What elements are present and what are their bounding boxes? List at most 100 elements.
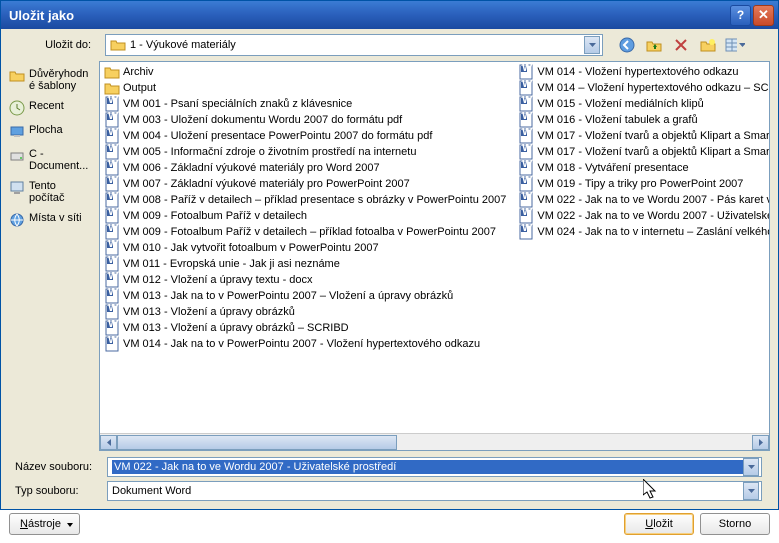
place-recent[interactable]: Recent [7,97,93,119]
file-item[interactable]: W VM 012 - Vložení a úpravy textu - docx [104,272,514,288]
svg-text:W: W [108,208,119,218]
file-item[interactable]: WVM 019 - Tipy a triky pro PowerPoint 20… [518,176,769,192]
svg-text:W: W [108,240,119,250]
file-item[interactable]: WVM 017 - Vložení tvarů a objektů Klipar… [518,144,769,160]
svg-text:W: W [108,144,119,154]
file-item[interactable]: WVM 022 - Jak na to ve Wordu 2007 - Uživ… [518,208,769,224]
filetype-label: Typ souboru: [9,485,107,497]
filetype-select[interactable]: Dokument Word [107,481,762,501]
file-item[interactable]: WVM 009 - Fotoalbum Paříž v detailech [104,208,514,224]
tools-button[interactable]: Nástroje [9,513,80,535]
file-label: Output [123,82,156,94]
place-desktop[interactable]: Plocha [7,121,93,143]
cancel-button[interactable]: Storno [700,513,770,535]
filetype-value: Dokument Word [112,485,743,497]
location-combo[interactable]: 1 - Výukové materiály [105,34,603,56]
file-label: VM 008 - Paříž v detailech – příklad pre… [123,194,506,206]
file-item[interactable]: WVM 013 - Vložení a úpravy obrázků – SCR… [104,320,514,336]
up-folder-button[interactable] [642,34,665,56]
file-item[interactable]: WVM 014 - Jak na to v PowerPointu 2007 -… [104,336,514,352]
place-thispc[interactable]: Tento počítač [7,177,93,207]
place-label: C - Document... [29,148,91,172]
svg-text:W: W [522,144,533,154]
file-item[interactable]: WVM 007 - Základní výukové materiály pro… [104,176,514,192]
file-item[interactable]: Output [104,80,514,96]
svg-text:W: W [108,176,119,186]
save-as-dialog: Uložit jako ? ✕ Uložit do: 1 - Výukové m… [0,0,779,510]
bottom-fields: Název souboru: VM 022 - Jak na to ve Wor… [1,455,778,507]
word-icon: W [104,208,120,224]
file-item[interactable]: W VM 003 - Uložení dokumentu Wordu 2007 d… [104,112,514,128]
chevron-down-icon[interactable] [743,482,759,500]
file-label: VM 017 - Vložení tvarů a objektů Klipart… [537,130,769,142]
file-item[interactable]: W VM 008 - Paříž v detailech – příklad pr… [104,192,514,208]
word-icon: W [104,256,120,272]
places-bar: Důvěryhodné šablonyRecentPlocha C - Docum… [1,61,99,455]
file-item[interactable]: WVM 005 - Informační zdroje o životním p… [104,144,514,160]
back-button[interactable] [615,34,638,56]
up-folder-icon [646,37,662,53]
close-button[interactable]: ✕ [753,5,774,26]
recent-icon [9,100,25,116]
help-button[interactable]: ? [730,5,751,26]
scroll-right-button[interactable] [752,435,769,450]
folder-icon [9,68,25,84]
scroll-track[interactable] [117,435,752,450]
file-item[interactable]: WVM 022 - Jak na to ve Wordu 2007 - Pás … [518,192,769,208]
file-label: VM 014 – Vložení hypertextového odkazu –… [537,82,769,94]
place-network[interactable]: Místa v síti [7,209,93,231]
scroll-thumb[interactable] [117,435,397,450]
file-item[interactable]: WVM 016 - Vložení tabulek a grafů [518,112,769,128]
file-item[interactable]: WVM 010 - Jak vytvořit fotoalbum v Power… [104,240,514,256]
svg-text:W: W [108,272,119,282]
file-item[interactable]: WVM 013 - Vložení a úpravy obrázků [104,304,514,320]
word-icon: W [518,192,534,208]
chevron-down-icon[interactable] [584,36,600,54]
delete-button[interactable] [669,34,692,56]
word-icon: W [518,224,534,240]
save-in-label: Uložit do: [9,39,99,51]
file-item[interactable]: WVM 013 - Jak na to v PowerPointu 2007 –… [104,288,514,304]
network-icon [9,212,25,228]
file-item[interactable]: WVM 014 - Vložení hypertextového odkazu [518,64,769,80]
svg-text:W: W [522,192,533,202]
computer-icon [9,180,25,196]
file-item[interactable]: WVM 018 - Vytváření presentace [518,160,769,176]
svg-text:W: W [522,176,533,186]
word-icon: W [104,192,120,208]
place-c[interactable]: C - Document... [7,145,93,175]
place-trusted[interactable]: Důvěryhodné šablony [7,65,93,95]
word-icon: W [104,160,120,176]
svg-text:W: W [108,288,119,298]
scroll-left-button[interactable] [100,435,117,450]
file-item[interactable]: WVM 014 – Vložení hypertextového odkazu … [518,80,769,96]
svg-text:W: W [108,224,119,234]
svg-text:W: W [522,224,533,234]
file-item[interactable]: Archiv [104,64,514,80]
file-label: VM 015 - Vložení mediálních klipů [537,98,703,110]
file-item[interactable]: WVM 011 - Evropská unie - Jak ji asi nez… [104,256,514,272]
svg-text:W: W [108,112,119,122]
file-label: VM 024 - Jak na to v internetu – Zaslání… [537,226,769,238]
folder-icon [104,64,120,80]
file-item[interactable]: WVM 006 - Základní výukové materiály pro… [104,160,514,176]
file-item[interactable]: WVM 009 - Fotoalbum Paříž v detailech – … [104,224,514,240]
new-folder-button[interactable] [696,34,719,56]
file-item[interactable]: WVM 004 - Uložení presentace PowerPointu… [104,128,514,144]
save-button[interactable]: Uložit [624,513,694,535]
word-icon: W [518,176,534,192]
svg-text:W: W [108,192,119,202]
file-item[interactable]: WVM 015 - Vložení mediálních klipů [518,96,769,112]
filename-input[interactable]: VM 022 - Jak na to ve Wordu 2007 - Uživa… [107,457,762,477]
file-item[interactable]: WVM 017 - Vložení tvarů a objektů Klipar… [518,128,769,144]
file-label: VM 003 - Uložení dokumentu Wordu 2007 do… [123,114,402,126]
views-button[interactable] [723,34,746,56]
word-icon: W [518,128,534,144]
file-item[interactable]: WVM 001 - Psaní speciálních znaků z kláv… [104,96,514,112]
svg-text:W: W [522,64,533,74]
file-label: VM 012 - Vložení a úpravy textu - docx [123,274,313,286]
svg-text:W: W [522,112,533,122]
file-item[interactable]: W VM 024 - Jak na to v internetu – Zaslán… [518,224,769,240]
chevron-down-icon[interactable] [743,458,759,476]
horizontal-scrollbar[interactable] [100,433,769,450]
